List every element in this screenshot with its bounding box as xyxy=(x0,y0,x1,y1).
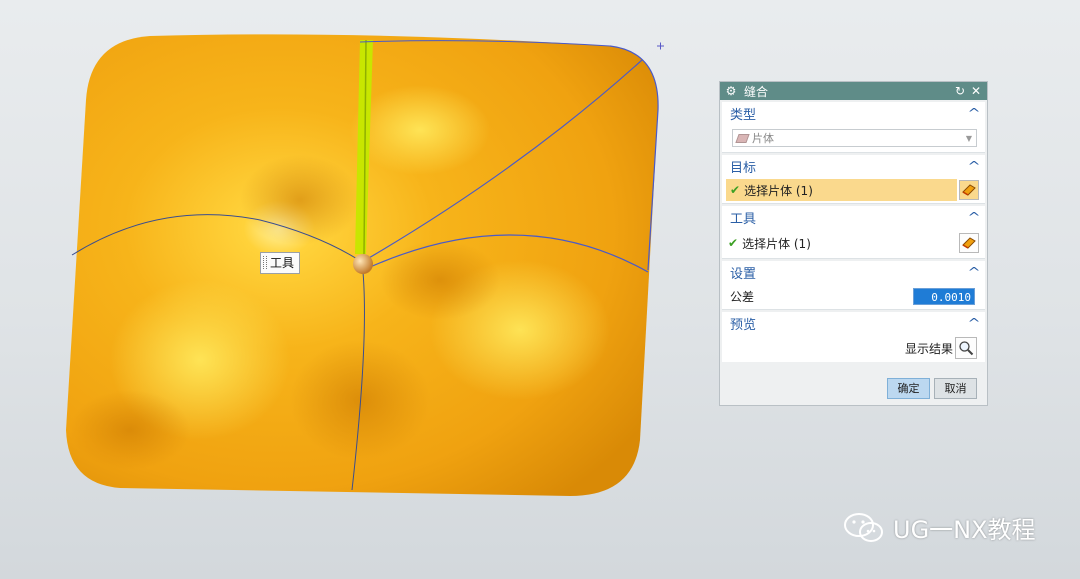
sheet-body-icon xyxy=(735,133,750,143)
collapse-caret-icon[interactable]: ^ xyxy=(967,159,980,173)
tool-selection-label[interactable]: 选择片体 (1) xyxy=(742,235,959,252)
section-tool: 工具 ^ ✔ 选择片体 (1) xyxy=(722,206,985,259)
gear-icon: ⚙ xyxy=(725,84,737,98)
section-type: 类型 ^ 片体 ▼ xyxy=(722,102,985,153)
section-preview-label: 预览 xyxy=(730,317,757,333)
section-settings-label: 设置 xyxy=(730,266,757,282)
vertex-point xyxy=(353,254,373,274)
dialog-titlebar: ⚙ 缝合 ↻ ✕ xyxy=(720,82,987,100)
section-type-label: 类型 xyxy=(730,107,757,123)
show-result-label: 显示结果 xyxy=(904,341,953,356)
reset-icon[interactable]: ↻ xyxy=(953,84,967,98)
target-selection-label: 选择片体 (1) xyxy=(744,183,813,198)
section-settings: 设置 ^ 公差 0.0010 xyxy=(722,261,985,310)
type-dropdown-value: 片体 xyxy=(752,132,774,145)
section-type-header[interactable]: 类型 ^ xyxy=(722,102,985,124)
section-tool-label: 工具 xyxy=(730,211,757,227)
watermark-text: UG一NX教程 xyxy=(893,516,1036,544)
ok-button[interactable]: 确定 xyxy=(887,378,930,399)
tolerance-label: 公差 xyxy=(730,289,755,304)
check-icon: ✔ xyxy=(728,236,739,250)
select-sheet-button[interactable] xyxy=(959,233,979,253)
collapse-caret-icon[interactable]: ^ xyxy=(967,106,980,120)
type-dropdown[interactable]: 片体 ▼ xyxy=(732,129,977,147)
sheet-select-icon xyxy=(962,184,976,196)
target-selection-row[interactable]: ✔ 选择片体 (1) xyxy=(726,179,957,201)
dialog-title: 缝合 xyxy=(744,84,769,99)
check-icon: ✔ xyxy=(730,183,741,197)
collapse-caret-icon[interactable]: ^ xyxy=(967,210,980,224)
section-tool-header[interactable]: 工具 ^ xyxy=(722,206,985,228)
section-preview-header[interactable]: 预览 ^ xyxy=(722,312,985,334)
section-preview: 预览 ^ 显示结果 xyxy=(722,312,985,362)
collapse-caret-icon[interactable]: ^ xyxy=(967,265,980,279)
magnifier-icon xyxy=(959,341,974,356)
section-target-label: 目标 xyxy=(730,160,757,176)
select-sheet-button[interactable] xyxy=(959,180,979,200)
section-target-header[interactable]: 目标 ^ xyxy=(722,155,985,177)
tool-tooltip-label: 工具 xyxy=(260,252,301,274)
collapse-caret-icon[interactable]: ^ xyxy=(967,316,980,330)
show-result-button[interactable] xyxy=(955,337,977,359)
watermark: UG一NX教程 xyxy=(843,510,1036,545)
cancel-button[interactable]: 取消 xyxy=(934,378,977,399)
chevron-down-icon: ▼ xyxy=(965,133,972,143)
sew-dialog: ⚙ 缝合 ↻ ✕ 类型 ^ 片体 ▼ 目标 ^ ✔ 选择片体 (1) 工具 ^ … xyxy=(719,81,988,406)
sheet-select-icon xyxy=(962,237,976,249)
tolerance-input[interactable]: 0.0010 xyxy=(913,287,975,305)
wechat-icon xyxy=(844,512,883,542)
close-icon[interactable]: ✕ xyxy=(969,84,983,98)
section-settings-header[interactable]: 设置 ^ xyxy=(722,261,985,283)
section-target: 目标 ^ ✔ 选择片体 (1) xyxy=(722,155,985,204)
